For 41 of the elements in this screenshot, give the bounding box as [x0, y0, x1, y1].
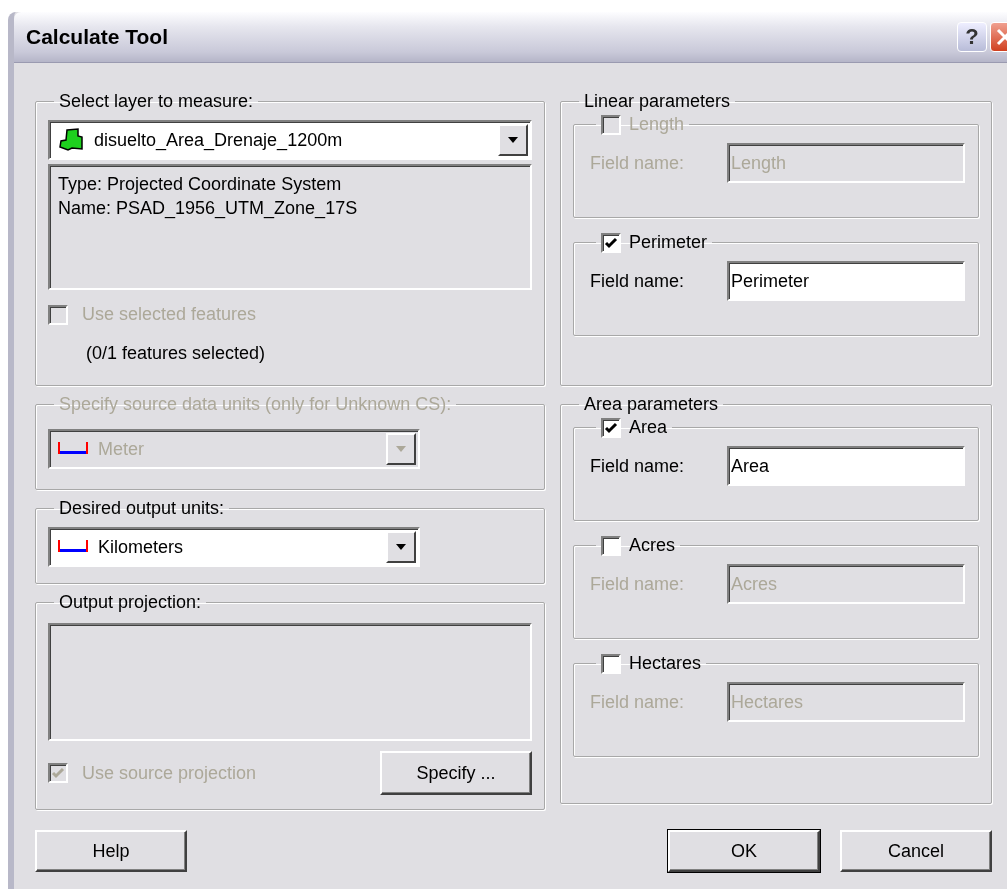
info-text: Name: PSAD_1956_UTM_Zone_17S [58, 197, 359, 220]
group-label: Specify source data units (only for Unknown CS): [59, 394, 452, 415]
ruler-icon [58, 540, 88, 554]
checkbox[interactable] [601, 535, 621, 556]
dialog-button[interactable]: Cancel [840, 830, 992, 872]
ruler-icon [58, 442, 88, 456]
field-label: Field name: [590, 152, 686, 174]
info-text: Type: Projected Coordinate System [58, 173, 343, 196]
polygon-icon [58, 128, 84, 152]
checkbox-label: Perimeter [629, 232, 708, 253]
input-field[interactable]: Area [727, 446, 965, 486]
help-button[interactable]: ? [957, 22, 987, 52]
checkbox-label: Hectares [629, 653, 702, 674]
specify-button[interactable]: Specify ... [380, 751, 532, 795]
check-icon [51, 766, 65, 780]
layer-dropdown[interactable]: disuelto_Area_Drenaje_1200m [48, 120, 532, 160]
group-label: Area parameters [584, 394, 719, 415]
field-label: Field name: [590, 691, 686, 713]
check-icon [604, 420, 618, 435]
units-dropdown[interactable]: Kilometers [48, 527, 420, 567]
window-title: Calculate Tool [26, 25, 169, 49]
group-label: Select layer to measure: [59, 91, 254, 112]
checkbox[interactable] [601, 417, 621, 438]
group-label: Desired output units: [59, 498, 225, 519]
check-icon [604, 235, 618, 250]
checkbox-label: Length [629, 114, 685, 135]
dialog-button[interactable]: Help [35, 830, 187, 872]
checkbox[interactable] [601, 653, 621, 674]
group-label: Output projection: [59, 592, 202, 613]
checkbox-label: Use source projection [82, 762, 257, 784]
field-label: Field name: [590, 270, 686, 292]
checkbox-label: Acres [629, 535, 675, 556]
dialog-button[interactable]: OK [668, 830, 820, 872]
selection-count: (0/1 features selected) [86, 343, 267, 364]
group-label: Linear parameters [584, 91, 731, 112]
checkbox[interactable] [601, 232, 621, 253]
checkbox-label: Area [629, 417, 668, 438]
field-label: Field name: [590, 455, 686, 477]
input-field[interactable]: Perimeter [727, 261, 965, 301]
field-label: Field name: [590, 573, 686, 595]
checkbox-label: Use selected features [82, 304, 257, 325]
